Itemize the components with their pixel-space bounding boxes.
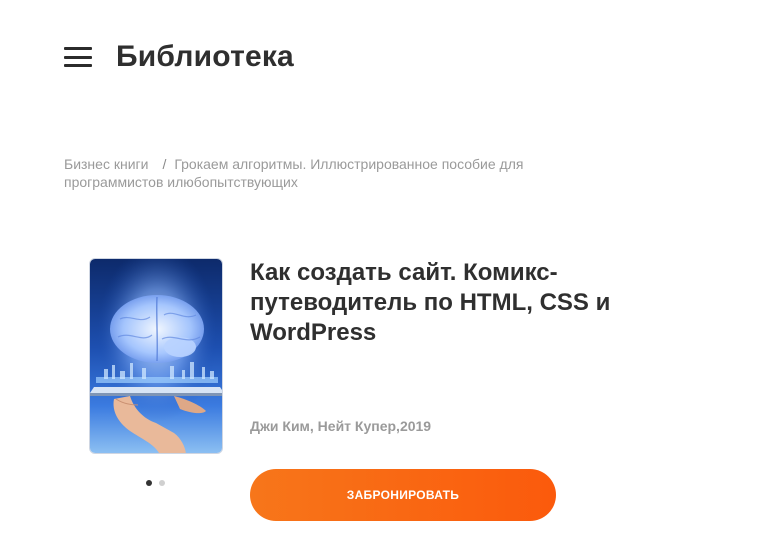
menu-bar	[64, 47, 92, 50]
book-authors-year: Джи Ким, Нейт Купер,2019	[250, 418, 432, 434]
page-title: Библиотека	[116, 40, 294, 73]
cover-carousel-dots	[146, 480, 165, 486]
header: Библиотека	[64, 40, 294, 74]
carousel-dot-2[interactable]	[159, 480, 165, 486]
carousel-dot-1[interactable]	[146, 480, 152, 486]
book-cover-image	[90, 259, 222, 453]
menu-bar	[64, 55, 92, 59]
reserve-button[interactable]: ЗАБРОНИРОВАТЬ	[250, 469, 556, 521]
breadcrumb-separator: /	[162, 156, 167, 172]
breadcrumb: Бизнес книги / Грокаем алгоритмы. Иллюстри…	[64, 155, 624, 191]
book-title: Как создать сайт. Комикс-путеводитель по…	[250, 259, 611, 346]
book-cover[interactable]	[89, 258, 223, 454]
breadcrumb-item-category[interactable]: Бизнес книги	[64, 156, 148, 172]
menu-bar	[64, 64, 92, 67]
page: Библиотека Бизнес книги / Грокаем алгоритм…	[0, 0, 768, 550]
hamburger-menu-icon[interactable]	[64, 47, 92, 67]
